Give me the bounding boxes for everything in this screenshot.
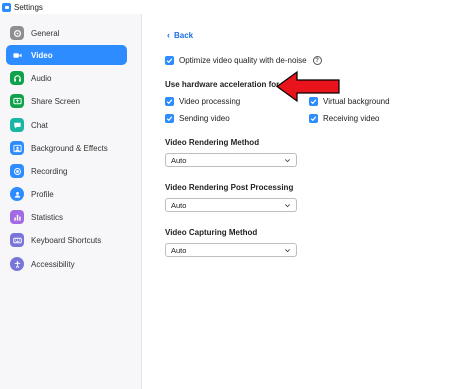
chevron-down-icon	[285, 203, 290, 207]
sidebar-item-label: Share Screen	[31, 96, 80, 106]
chevron-down-icon	[285, 158, 290, 162]
denoise-option: Optimize video quality with de-noise ?	[165, 56, 322, 65]
red-arrow-icon	[275, 70, 340, 103]
sidebar-item-audio[interactable]: Audio	[6, 68, 127, 88]
window-title: Settings	[14, 2, 43, 12]
keyboard-icon	[10, 233, 24, 247]
denoise-label: Optimize video quality with de-noise	[179, 56, 307, 65]
share-screen-icon	[10, 94, 24, 108]
chevron-left-icon: ‹	[167, 30, 170, 40]
sidebar-item-label: Background & Effects	[31, 143, 108, 153]
zoom-app-icon	[2, 2, 11, 12]
info-icon[interactable]: ?	[312, 56, 322, 65]
hw-option-receiving-video: Receiving video	[309, 114, 379, 123]
rendering-method-value: Auto	[171, 155, 187, 165]
capturing-method-value: Auto	[171, 245, 187, 255]
post-processing-select[interactable]: Auto	[165, 198, 297, 212]
sidebar-item-label: Recording	[31, 166, 68, 176]
hw-option-video-processing: Video processing	[165, 97, 240, 106]
sidebar-item-label: Statistics	[31, 212, 64, 222]
record-icon	[10, 164, 24, 178]
sidebar-item-video[interactable]: Video	[6, 45, 127, 65]
sidebar-item-label: Profile	[31, 189, 54, 199]
video-processing-label: Video processing	[179, 97, 241, 106]
settings-sidebar: General Video Audio Share Screen Chat Ba…	[0, 14, 142, 389]
back-link[interactable]: ‹ Back	[167, 30, 193, 40]
receiving-video-label: Receiving video	[323, 114, 380, 123]
sidebar-item-general[interactable]: General	[6, 23, 127, 43]
sidebar-item-label: General	[31, 28, 60, 38]
capturing-method-select[interactable]: Auto	[165, 243, 297, 257]
sidebar-item-label: Accessibility	[31, 259, 75, 269]
sidebar-item-label: Keyboard Shortcuts	[31, 235, 102, 245]
chevron-down-icon	[285, 248, 290, 252]
sidebar-item-label: Chat	[31, 120, 48, 130]
background-effects-icon	[10, 141, 24, 155]
sidebar-item-keyboard-shortcuts[interactable]: Keyboard Shortcuts	[6, 230, 127, 250]
profile-icon	[10, 187, 24, 201]
post-processing-value: Auto	[171, 200, 187, 210]
post-processing-title: Video Rendering Post Processing	[165, 183, 294, 192]
statistics-icon	[10, 210, 24, 224]
title-bar: Settings	[0, 0, 474, 14]
chat-bubble-icon	[10, 118, 24, 132]
sidebar-item-label: Video	[31, 50, 53, 60]
rendering-method-title: Video Rendering Method	[165, 138, 260, 147]
sidebar-item-chat[interactable]: Chat	[6, 115, 127, 135]
gear-icon	[10, 26, 24, 40]
hw-accel-title: Use hardware acceleration for	[165, 80, 280, 89]
sidebar-item-background-effects[interactable]: Background & Effects	[6, 138, 127, 158]
sending-video-label: Sending video	[179, 114, 230, 123]
denoise-checkbox[interactable]	[165, 56, 174, 65]
hw-option-sending-video: Sending video	[165, 114, 230, 123]
rendering-method-select[interactable]: Auto	[165, 153, 297, 167]
back-label: Back	[174, 30, 194, 40]
sidebar-item-label: Audio	[31, 73, 52, 83]
receiving-video-checkbox[interactable]	[309, 114, 318, 123]
video-camera-icon	[10, 48, 24, 62]
accessibility-icon	[10, 257, 24, 271]
sidebar-item-recording[interactable]: Recording	[6, 161, 127, 181]
sidebar-item-profile[interactable]: Profile	[6, 184, 127, 204]
sidebar-item-accessibility[interactable]: Accessibility	[6, 254, 127, 274]
sidebar-item-share-screen[interactable]: Share Screen	[6, 91, 127, 111]
capturing-method-title: Video Capturing Method	[165, 228, 258, 237]
sending-video-checkbox[interactable]	[165, 114, 174, 123]
video-processing-checkbox[interactable]	[165, 97, 174, 106]
sidebar-item-statistics[interactable]: Statistics	[6, 207, 127, 227]
headphones-icon	[10, 71, 24, 85]
